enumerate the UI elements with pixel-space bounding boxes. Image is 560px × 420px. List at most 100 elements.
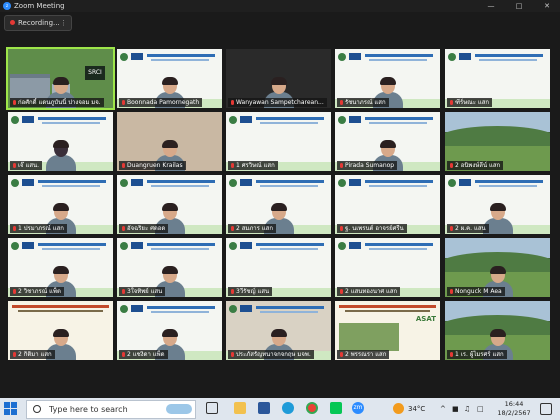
taskbar-search-box[interactable]: Type here to search — [26, 400, 196, 419]
participant-name: 2 สมภาร แสก — [228, 224, 276, 233]
search-icon — [33, 405, 41, 413]
participant-tile[interactable]: 3ใจทิพย์ แสน — [117, 238, 222, 297]
logo-icon — [229, 305, 237, 313]
word-icon[interactable] — [258, 402, 270, 414]
participant-tile[interactable]: Nonguck M Aea — [445, 238, 550, 297]
mic-muted-icon — [122, 289, 125, 294]
participant-tile[interactable]: ประภัสรัญทนาจกจกฤษ มจพ. — [226, 301, 331, 360]
show-hidden-icons-icon[interactable]: ^ — [440, 398, 446, 420]
language-icon[interactable]: □ — [477, 398, 484, 420]
event-banner-header — [445, 177, 550, 190]
zoom-taskbar-icon[interactable]: zm — [352, 402, 364, 414]
logo-icon — [120, 53, 128, 61]
task-view-icon[interactable] — [206, 402, 218, 414]
event-banner-header — [335, 114, 440, 127]
mic-muted-icon — [13, 163, 16, 168]
minimize-icon[interactable]: — — [480, 0, 502, 12]
banner-logo: SRCI — [85, 66, 105, 80]
logo-icon — [459, 53, 471, 60]
participant-video — [45, 140, 77, 171]
participant-tile[interactable]: Boonnada Pamornegath — [117, 49, 222, 108]
windows-start-icon[interactable] — [4, 402, 18, 416]
line-icon[interactable] — [330, 402, 342, 414]
file-explorer-icon[interactable] — [234, 402, 246, 414]
logo-icon — [459, 179, 471, 186]
participant-tile[interactable]: 2 ผ.ค. แสน — [445, 175, 550, 234]
participant-tile[interactable]: 2 แชงิดา แพ็ด — [117, 301, 222, 360]
mic-muted-icon — [450, 226, 453, 231]
mic-muted-icon — [450, 100, 453, 105]
participant-name: Wanyawan Sampetcharean... — [228, 98, 327, 107]
maximize-icon[interactable]: □ — [508, 0, 530, 12]
logo-icon — [349, 179, 361, 186]
event-banner-header — [8, 114, 113, 127]
participant-tile[interactable]: เจ๊ แสน. — [8, 112, 113, 171]
participant-tile[interactable]: SRCI ก่อศักดิ์ แดนภูบันนิ์ ปางจอม มจ. — [6, 47, 115, 110]
notification-icon[interactable] — [540, 403, 552, 415]
participant-tile[interactable]: 2 กิติมา แสก — [8, 301, 113, 360]
edge-icon[interactable] — [282, 402, 294, 414]
logo-icon — [349, 116, 361, 123]
mic-muted-icon — [231, 163, 234, 168]
participant-name: 2 แชงิดา แพ็ด — [119, 350, 168, 359]
chrome-icon[interactable] — [306, 402, 318, 414]
mic-muted-icon — [13, 100, 16, 105]
participant-tile[interactable]: ฐ. นเพรนต์ อาจรย์ศรีน — [335, 175, 440, 234]
participant-tile[interactable]: 2 วิชาภรณ์ แพ็ต — [8, 238, 113, 297]
network-icon[interactable]: ■ — [452, 398, 459, 420]
logo-icon — [11, 242, 19, 250]
participant-tile[interactable]: 1 ศรวิษณ์ แสก — [226, 112, 331, 171]
logo-icon — [240, 305, 252, 312]
participant-tile[interactable]: Pirada Sumanop — [335, 112, 440, 171]
window-title: Zoom Meeting — [14, 2, 65, 10]
participant-tile[interactable]: 1 เร. ผู้ไมรศร์ แสก — [445, 301, 550, 360]
participant-tile[interactable]: 2 แสนทองนาศ แสก — [335, 238, 440, 297]
event-banner-header — [335, 177, 440, 190]
participant-tile[interactable]: 2 อนิพงษ์ลีน์ แสก — [445, 112, 550, 171]
logo-icon — [229, 242, 237, 250]
participant-tile[interactable]: 1 ปรมาภรณ์ แสก — [8, 175, 113, 234]
participant-tile[interactable]: 2 สมภาร แสก — [226, 175, 331, 234]
participant-tile[interactable]: ฑีร์ษณะ แสก — [445, 49, 550, 108]
event-banner-header — [117, 51, 222, 64]
event-banner-header — [226, 303, 331, 316]
participant-tile[interactable]: 3วีรัชญ์ แสน — [226, 238, 331, 297]
taskbar-clock[interactable]: 16:44 18/2/2567 — [492, 400, 536, 418]
participant-name: 2 ผ.ค. แสน — [447, 224, 489, 233]
logo-icon — [131, 179, 143, 186]
logo-icon — [11, 116, 19, 124]
event-banner-header — [8, 240, 113, 253]
logo-icon — [338, 179, 346, 187]
weather-temperature[interactable]: 34°C — [408, 398, 425, 420]
recording-indicator[interactable]: Recording... ⋮ — [4, 15, 72, 31]
mic-muted-icon — [340, 352, 343, 357]
participant-tile[interactable]: Duangruen Krailas — [117, 112, 222, 171]
participant-tile[interactable]: Wanyawan Sampetcharean... — [226, 49, 331, 108]
participant-name: Duangruen Krailas — [119, 161, 186, 170]
search-highlight-icon — [166, 404, 192, 414]
participant-name: ก่อศักดิ์ แดนภูบันนิ์ ปางจอม มจ. — [10, 98, 104, 107]
participant-name: รัชนาภรณ์ แสก — [337, 98, 389, 107]
mic-muted-icon — [231, 100, 234, 105]
ellipsis-icon[interactable]: ⋮ — [60, 16, 67, 30]
mic-muted-icon — [231, 352, 234, 357]
close-icon[interactable]: ✕ — [536, 0, 558, 12]
participant-name: 1 ปรมาภรณ์ แสก — [10, 224, 67, 233]
participant-name: 1 ศรวิษณ์ แสก — [228, 161, 278, 170]
mic-muted-icon — [450, 352, 453, 357]
participant-tile[interactable]: ASAT 2 พรรณรา แสก — [335, 301, 440, 360]
logo-icon — [240, 242, 252, 249]
participant-tile[interactable]: อัจฉริยะ ศดอด — [117, 175, 222, 234]
volume-icon[interactable]: ♫ — [464, 398, 470, 420]
mic-muted-icon — [450, 289, 453, 294]
mic-muted-icon — [340, 100, 343, 105]
participant-tile[interactable]: รัชนาภรณ์ แสก — [335, 49, 440, 108]
weather-icon[interactable] — [393, 403, 404, 414]
logo-icon — [349, 53, 361, 60]
logo-icon — [131, 305, 143, 312]
event-banner-header — [445, 51, 550, 64]
mic-muted-icon — [122, 352, 125, 357]
window-titlebar: z Zoom Meeting — □ ✕ — [0, 0, 560, 12]
mic-muted-icon — [340, 163, 343, 168]
logo-icon — [22, 116, 34, 123]
